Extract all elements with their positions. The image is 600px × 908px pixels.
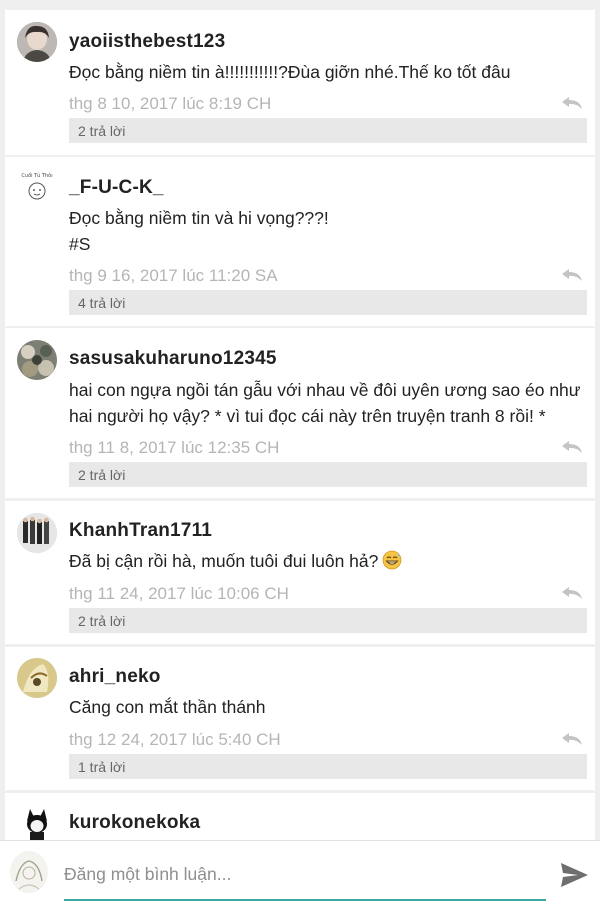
replies-count: 2 trả lời — [78, 467, 126, 483]
comment-username[interactable]: sasusakuharuno12345 — [69, 348, 277, 370]
replies-count: 4 trả lời — [78, 295, 126, 311]
comment-text: Đọc bằng niềm tin và hi vọng???! #S — [69, 205, 589, 257]
comment-line: hai con ngựa ngồi tán gẫu với nhau về đô… — [69, 380, 581, 400]
replies-bar[interactable]: 2 trả lời — [69, 462, 587, 487]
comment-line: hai người họ vậy? * vì tui đọc cái này t… — [69, 406, 546, 426]
comment-card: Cuối Tủ Thôi _F-U-C-K_ Đọc bằng niềm tin… — [5, 157, 595, 326]
current-user-avatar — [10, 851, 48, 893]
comment-username[interactable]: _F-U-C-K_ — [69, 177, 164, 199]
comment-text: Căng con mắt thần thánh — [69, 694, 589, 720]
user-avatar[interactable] — [17, 658, 57, 698]
user-avatar[interactable] — [17, 22, 57, 62]
comment-line: Đọc bằng niềm tin à!!!!!!!!!!!?Đùa giỡn … — [69, 62, 511, 82]
replies-count: 1 trả lời — [78, 759, 126, 775]
comment-timestamp: thg 9 16, 2017 lúc 11:20 SA — [69, 266, 278, 285]
comment-composer — [0, 840, 600, 908]
replies-bar[interactable]: 2 trả lời — [69, 608, 587, 633]
user-avatar[interactable] — [17, 340, 57, 380]
comment-text: Đọc bằng niềm tin à!!!!!!!!!!!?Đùa giỡn … — [69, 59, 589, 85]
comment-input[interactable] — [64, 857, 546, 901]
replies-bar[interactable]: 2 trả lời — [69, 118, 587, 143]
comment-card: sasusakuharuno12345 hai con ngựa ngồi tá… — [5, 328, 595, 498]
comment-username[interactable]: ahri_neko — [69, 666, 161, 688]
user-avatar[interactable] — [17, 513, 57, 553]
comment-line-text: Đã bị cận rồi hà, muốn tuôi đui luôn hả? — [69, 551, 379, 571]
comment-list[interactable]: yaoiisthebest123 Đọc bằng niềm tin à!!!!… — [0, 0, 600, 840]
comment-timestamp: thg 11 24, 2017 lúc 10:06 CH — [69, 584, 289, 603]
comment-line: Đã bị cận rồi hà, muốn tuôi đui luôn hả? — [69, 548, 589, 574]
comment-card: kurokonekoka — [5, 793, 595, 840]
user-avatar[interactable]: Cuối Tủ Thôi — [17, 167, 57, 207]
replies-bar[interactable]: 4 trả lời — [69, 290, 587, 315]
user-avatar[interactable] — [17, 803, 57, 840]
comment-card: KhanhTran1711 Đã bị cận rồi hà, muốn tuô… — [5, 501, 595, 644]
reply-icon[interactable] — [561, 268, 583, 282]
replies-bar[interactable]: 1 trả lời — [69, 754, 587, 779]
reply-icon[interactable] — [561, 440, 583, 454]
comment-username[interactable]: KhanhTran1711 — [69, 520, 212, 542]
comment-timestamp: thg 8 10, 2017 lúc 8:19 CH — [69, 94, 272, 113]
comment-text: hai con ngựa ngồi tán gẫu với nhau về đô… — [69, 377, 589, 429]
comment-username[interactable]: yaoiisthebest123 — [69, 31, 225, 53]
comment-line: #S — [69, 234, 91, 254]
replies-count: 2 trả lời — [78, 613, 126, 629]
comment-line: Căng con mắt thần thánh — [69, 697, 266, 717]
reply-icon[interactable] — [561, 586, 583, 600]
comment-card: yaoiisthebest123 Đọc bằng niềm tin à!!!!… — [5, 10, 595, 155]
send-icon[interactable] — [558, 859, 590, 891]
comment-line: Đọc bằng niềm tin và hi vọng???! — [69, 208, 329, 228]
reply-icon[interactable] — [561, 732, 583, 746]
reply-icon[interactable] — [561, 96, 583, 110]
grinning-sweat-emoji-icon — [382, 550, 402, 570]
comment-username[interactable]: kurokonekoka — [69, 812, 200, 834]
comment-timestamp: thg 12 24, 2017 lúc 5:40 CH — [69, 730, 281, 749]
replies-count: 2 trả lời — [78, 123, 126, 139]
comment-card: ahri_neko Căng con mắt thần thánh thg 12… — [5, 647, 595, 790]
comment-timestamp: thg 11 8, 2017 lúc 12:35 CH — [69, 438, 280, 457]
avatar-caption: Cuối Tủ Thôi — [21, 172, 52, 179]
comment-text: Đã bị cận rồi hà, muốn tuôi đui luôn hả? — [69, 548, 589, 574]
